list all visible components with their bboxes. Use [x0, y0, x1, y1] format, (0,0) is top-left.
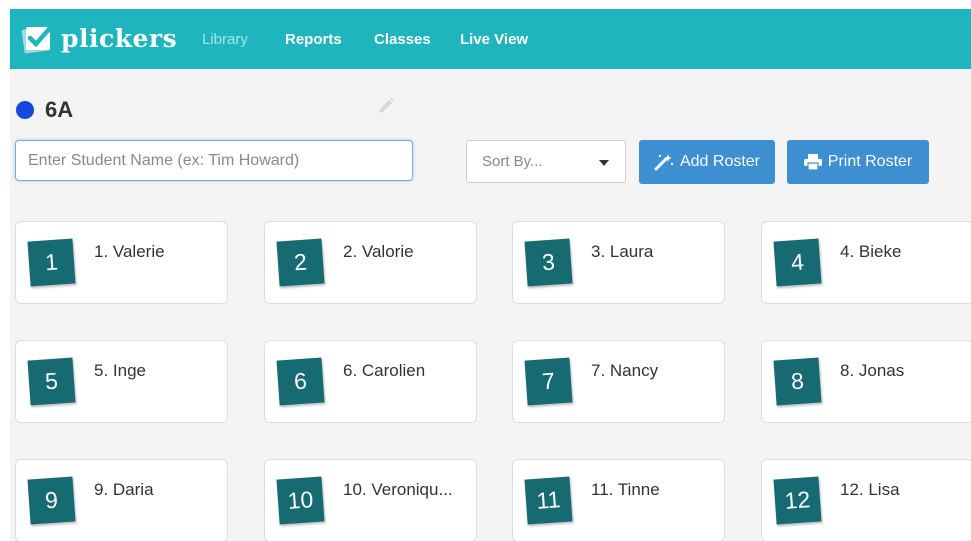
- print-roster-button[interactable]: Print Roster: [787, 140, 929, 184]
- student-card[interactable]: 4 4. Bieke: [761, 221, 971, 304]
- student-card[interactable]: 7 7. Nancy: [512, 340, 725, 423]
- student-card[interactable]: 3 3. Laura: [512, 221, 725, 304]
- sort-by-label: Sort By...: [482, 153, 543, 170]
- add-roster-button[interactable]: Add Roster: [639, 140, 775, 184]
- student-card[interactable]: 6 6. Carolien: [264, 340, 477, 423]
- student-name: 3. Laura: [591, 242, 654, 261]
- nav-item-reports[interactable]: Reports: [285, 31, 342, 49]
- sort-by-select[interactable]: Sort By...: [466, 140, 626, 183]
- top-navbar: plickers Library Reports Classes Live Vi…: [10, 9, 971, 69]
- card-number-badge: 4: [773, 238, 822, 287]
- student-name: 8. Jonas: [840, 361, 905, 380]
- student-name: 1. Valerie: [94, 242, 165, 261]
- student-name: 7. Nancy: [591, 361, 659, 380]
- pencil-icon[interactable]: [376, 96, 396, 116]
- class-name: 6A: [45, 97, 74, 122]
- class-color-dot: [16, 101, 34, 119]
- card-number-badge: 1: [27, 238, 76, 287]
- student-card[interactable]: 1 1. Valerie: [15, 221, 228, 304]
- student-card[interactable]: 12 12. Lisa: [761, 459, 971, 541]
- nav-item-classes[interactable]: Classes: [374, 31, 431, 49]
- student-name: 4. Bieke: [840, 242, 902, 261]
- print-roster-label: Print Roster: [827, 153, 913, 170]
- card-number-badge: 11: [524, 476, 573, 525]
- student-card[interactable]: 5 5. Inge: [15, 340, 228, 423]
- chevron-down-icon: [599, 160, 609, 166]
- printer-icon: [803, 154, 822, 170]
- page: plickers Library Reports Classes Live Vi…: [10, 9, 971, 541]
- student-name: 6. Carolien: [343, 361, 426, 380]
- student-name: 9. Daria: [94, 480, 154, 499]
- student-card[interactable]: 8 8. Jonas: [761, 340, 971, 423]
- magic-wand-icon: [654, 154, 674, 171]
- student-card[interactable]: 10 10. Veroniqu...: [264, 459, 477, 541]
- card-number-badge: 10: [276, 476, 325, 525]
- nav-item-library[interactable]: Library: [202, 31, 248, 49]
- card-number-badge: 12: [773, 476, 822, 525]
- student-name: 5. Inge: [94, 361, 146, 380]
- nav-item-live-view[interactable]: Live View: [460, 31, 528, 49]
- add-roster-label: Add Roster: [679, 153, 761, 170]
- card-number-badge: 3: [524, 238, 573, 287]
- student-name-search-input[interactable]: [15, 140, 413, 181]
- student-name: 2. Valorie: [343, 242, 414, 261]
- card-number-badge: 2: [276, 238, 325, 287]
- student-name: 10. Veroniqu...: [343, 480, 453, 499]
- card-number-badge: 8: [773, 357, 822, 406]
- card-number-badge: 6: [276, 357, 325, 406]
- logo[interactable]: plickers: [20, 22, 177, 56]
- student-card[interactable]: 9 9. Daria: [15, 459, 228, 541]
- plickers-check-card-icon: [21, 25, 53, 54]
- student-card[interactable]: 2 2. Valorie: [264, 221, 477, 304]
- student-name: 12. Lisa: [840, 480, 900, 499]
- student-card[interactable]: 11 11. Tinne: [512, 459, 725, 541]
- card-number-badge: 5: [27, 357, 76, 406]
- logo-text: plickers: [61, 24, 178, 53]
- card-number-badge: 9: [27, 476, 76, 525]
- student-name: 11. Tinne: [591, 480, 660, 499]
- card-number-badge: 7: [524, 357, 573, 406]
